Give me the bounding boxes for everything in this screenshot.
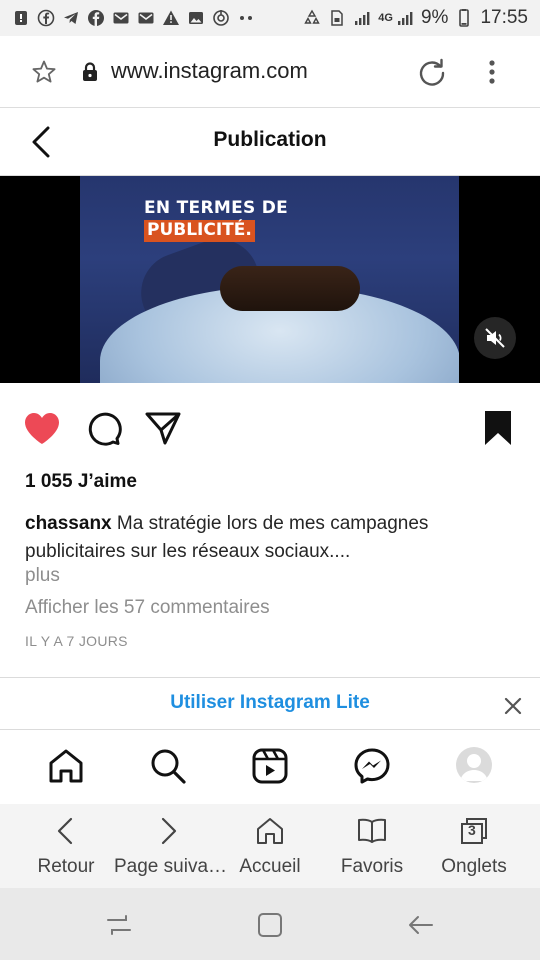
tab-count: 3 xyxy=(468,822,476,838)
lock-icon xyxy=(83,62,97,81)
browser-bookmarks-label: Favoris xyxy=(340,856,404,877)
signal-4g-icon xyxy=(396,9,414,27)
battery-icon xyxy=(455,9,473,27)
warning-icon xyxy=(162,9,180,27)
home-icon[interactable] xyxy=(47,747,85,785)
browser-back-button[interactable]: Retour xyxy=(12,804,120,888)
signal-icon xyxy=(353,9,371,27)
browser-forward-button[interactable]: Page suiva… xyxy=(114,804,228,888)
comment-icon[interactable] xyxy=(84,409,122,447)
dots-icon xyxy=(237,9,255,27)
chevron-left-icon xyxy=(57,817,73,845)
chevron-right-icon xyxy=(161,817,177,845)
battery-percent: 9% xyxy=(420,7,449,28)
speaker-muted-icon xyxy=(485,328,505,348)
status-left-icons xyxy=(12,9,255,27)
telegram-icon xyxy=(62,9,80,27)
post-timestamp: IL Y A 7 JOURS xyxy=(25,633,128,649)
browser-bottom-nav: Retour Page suiva… Accueil Favoris 3 Ong… xyxy=(0,804,540,888)
messenger-icon[interactable] xyxy=(353,747,391,785)
video-hands xyxy=(220,266,360,311)
recycle-icon xyxy=(303,9,321,27)
kebab-menu-icon[interactable] xyxy=(478,58,506,86)
close-icon[interactable] xyxy=(502,695,524,717)
sim-icon xyxy=(328,9,346,27)
sync-icon xyxy=(212,9,230,27)
lite-banner: Utiliser Instagram Lite xyxy=(0,677,540,730)
overlay-line-1: EN TERMES DE xyxy=(144,198,289,218)
post-header: Publication xyxy=(0,108,540,176)
video-frame[interactable]: EN TERMES DE PUBLICITÉ. xyxy=(80,176,459,383)
book-icon xyxy=(358,818,386,843)
username[interactable]: chassanx xyxy=(25,513,112,534)
view-comments-link[interactable]: Afficher les 57 commentaires xyxy=(25,597,270,619)
status-bar: 4G 9% 17:55 xyxy=(0,0,540,36)
facebook-icon xyxy=(87,9,105,27)
post-media[interactable]: EN TERMES DE PUBLICITÉ. xyxy=(0,176,540,383)
avatar[interactable] xyxy=(456,747,492,783)
like-count[interactable]: 1 055 J’aime xyxy=(25,471,137,493)
mute-button[interactable] xyxy=(474,317,516,359)
browser-tabs-button[interactable]: 3 Onglets xyxy=(420,804,528,888)
gmail-icon xyxy=(112,9,130,27)
browser-bookmarks-button[interactable]: Favoris xyxy=(318,804,426,888)
browser-forward-label: Page suiva… xyxy=(114,856,228,877)
url-field[interactable]: www.instagram.com xyxy=(111,58,308,84)
post-caption: chassanx Ma stratégie lors de mes campag… xyxy=(25,510,525,566)
status-right-icons: 4G 9% 17:55 xyxy=(303,7,528,29)
facebook-icon xyxy=(37,9,55,27)
avatar-placeholder-icon xyxy=(460,754,488,781)
recents-icon[interactable] xyxy=(104,910,134,940)
browser-home-button[interactable]: Accueil xyxy=(216,804,324,888)
network-type: 4G xyxy=(378,12,393,24)
back-arrow-icon[interactable] xyxy=(406,910,436,940)
reels-icon[interactable] xyxy=(251,747,289,785)
heart-filled-icon[interactable] xyxy=(22,409,62,449)
browser-home-label: Accueil xyxy=(239,856,301,877)
post-actions xyxy=(0,383,540,473)
gmail-icon xyxy=(137,9,155,27)
notification-icon xyxy=(12,9,30,27)
overlay-line-2: PUBLICITÉ. xyxy=(144,219,255,242)
bookmark-filled-icon[interactable] xyxy=(480,409,516,447)
home-square-icon[interactable] xyxy=(255,910,285,940)
instagram-bottom-nav xyxy=(0,730,540,804)
clock: 17:55 xyxy=(480,7,528,28)
reload-icon[interactable] xyxy=(416,56,448,88)
browser-tabs-label: Onglets xyxy=(441,856,507,877)
video-overlay-caption: EN TERMES DE PUBLICITÉ. xyxy=(144,198,289,242)
page-title: Publication xyxy=(213,128,327,151)
use-instagram-lite-link[interactable]: Utiliser Instagram Lite xyxy=(0,692,540,714)
browser-bar: www.instagram.com xyxy=(0,36,540,108)
home-icon xyxy=(257,818,283,844)
system-nav-bar xyxy=(0,888,540,960)
browser-back-label: Retour xyxy=(37,856,95,877)
star-icon[interactable] xyxy=(30,58,58,86)
share-icon[interactable] xyxy=(144,409,182,447)
image-icon xyxy=(187,9,205,27)
search-icon[interactable] xyxy=(149,747,187,785)
more-link[interactable]: plus xyxy=(25,565,60,587)
